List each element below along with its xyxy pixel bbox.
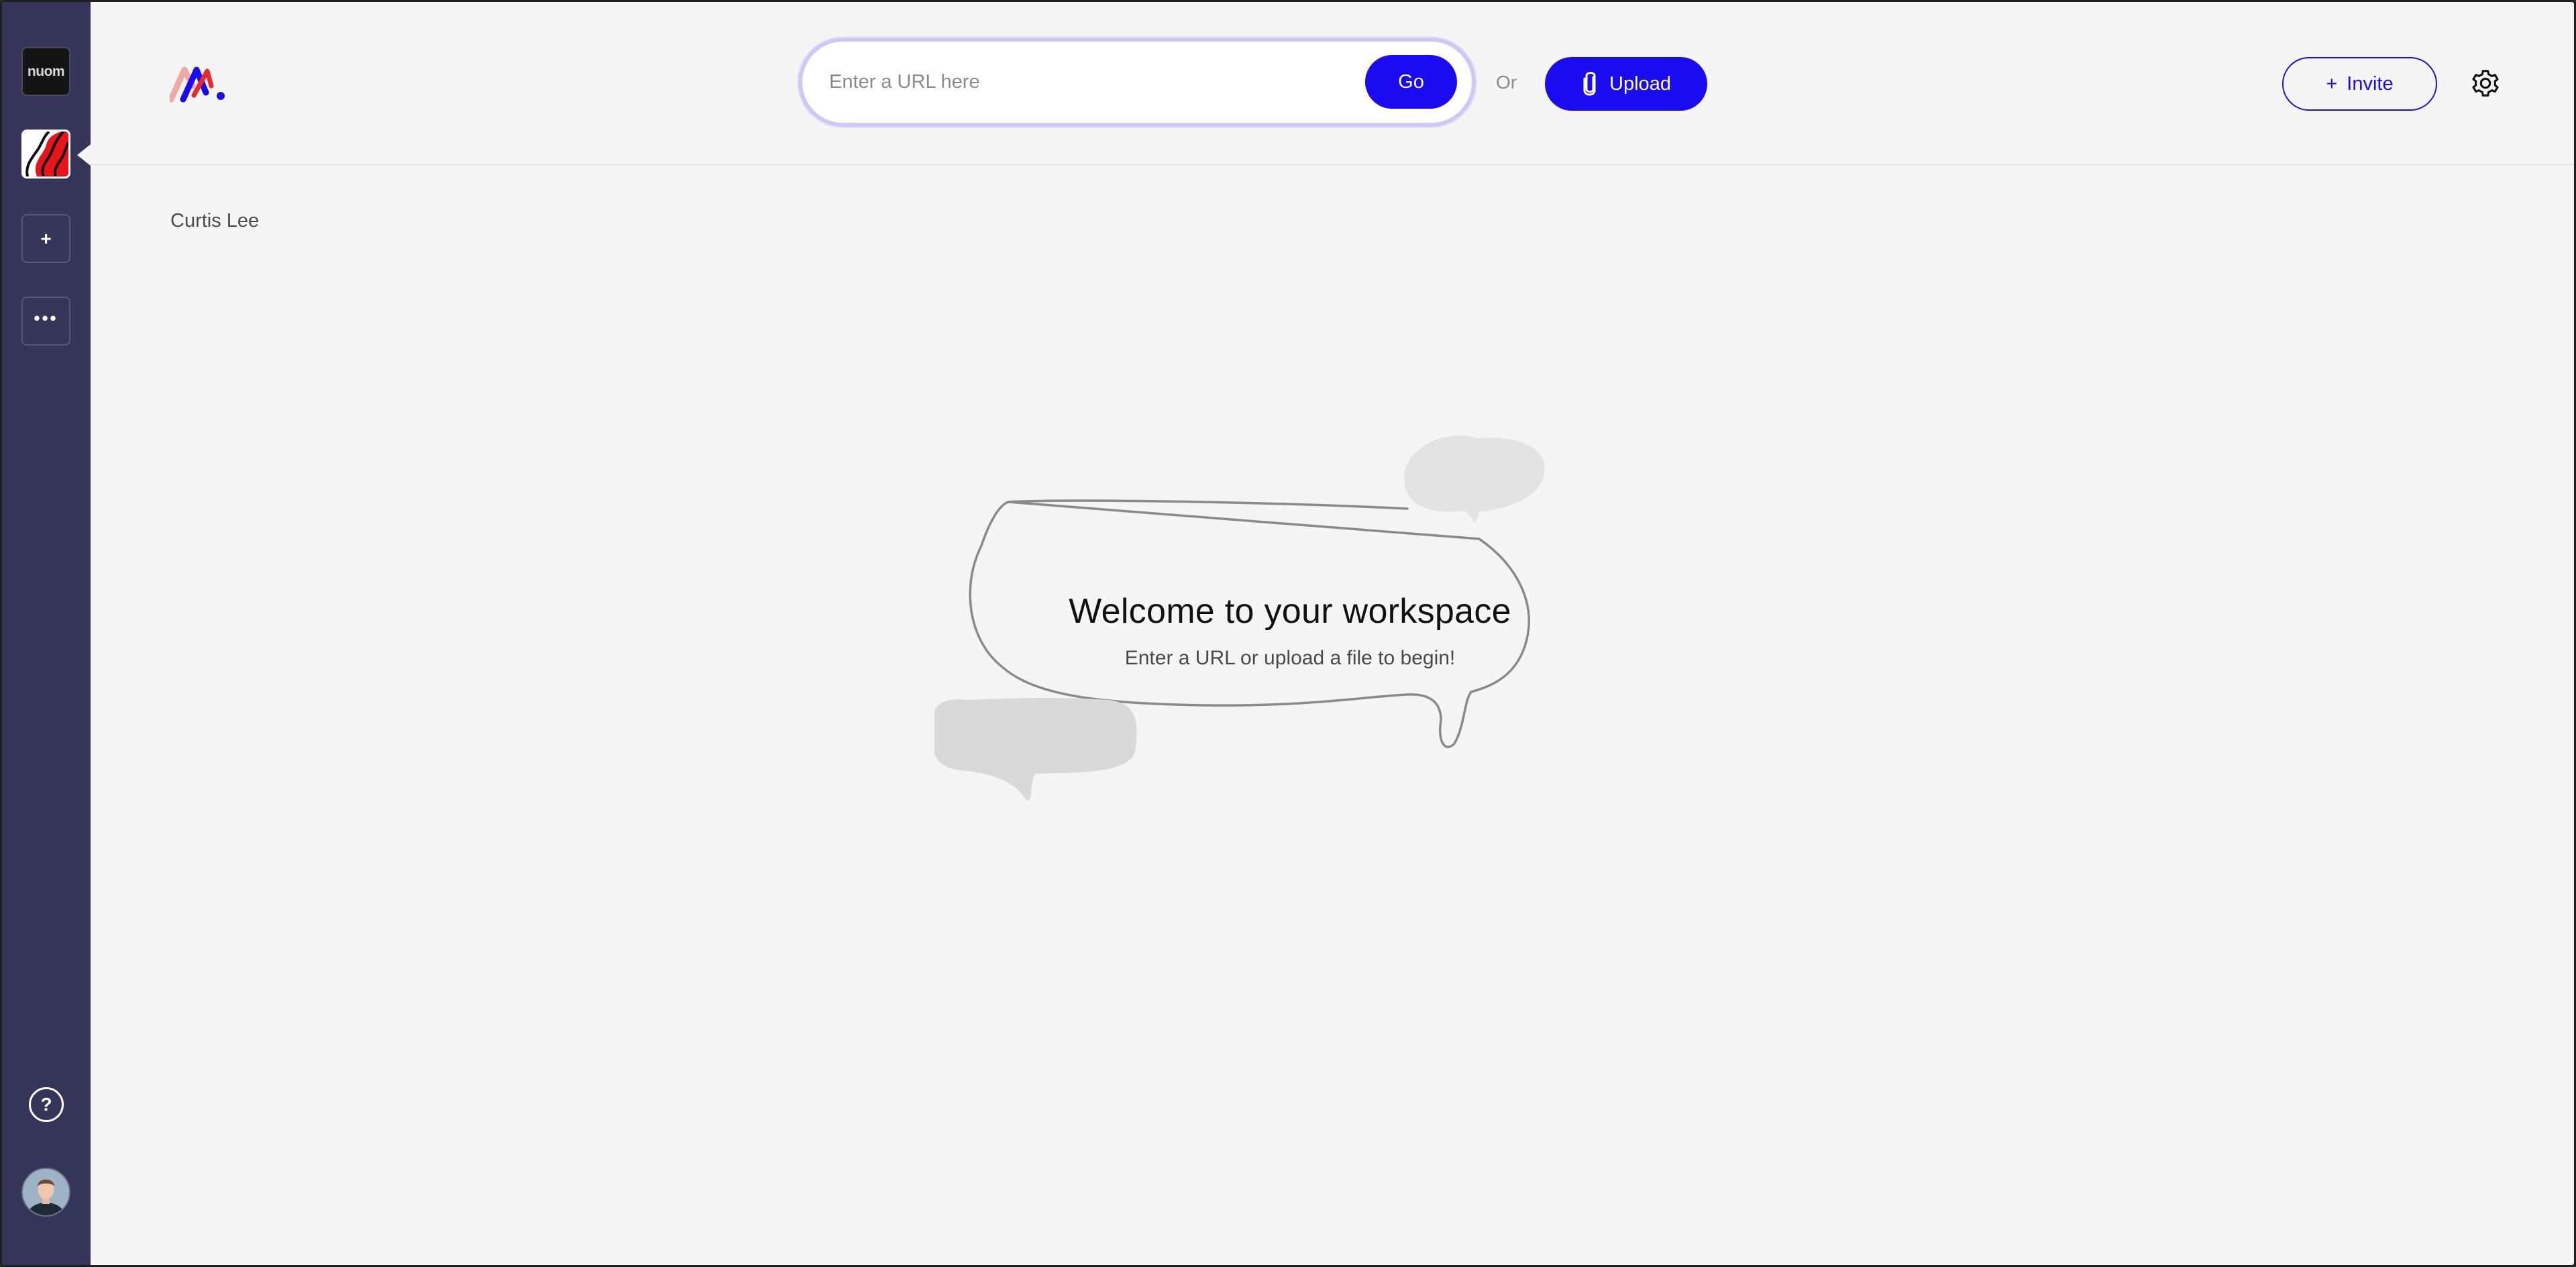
workspace-thumbnail-icon xyxy=(23,132,68,176)
workspace-nuom-label: nuom xyxy=(27,63,65,79)
upload-label: Upload xyxy=(1609,72,1671,95)
active-workspace-pointer xyxy=(77,144,91,166)
welcome-subtitle: Enter a URL or upload a file to begin! xyxy=(1124,647,1456,669)
app-window: nuom + ••• ? Enter a URL here Go Or Uplo… xyxy=(0,0,2576,1267)
workspace-sidebar: nuom + ••• ? xyxy=(2,2,91,1265)
more-workspaces-button[interactable]: ••• xyxy=(21,297,70,346)
workspace-active-button[interactable] xyxy=(21,130,70,179)
welcome-title: Welcome to your workspace xyxy=(1069,592,1511,631)
plus-icon: + xyxy=(40,227,52,249)
go-button[interactable]: Go xyxy=(1365,55,1457,109)
plus-icon: + xyxy=(2326,72,2338,95)
app-logo-icon[interactable] xyxy=(170,66,230,103)
add-workspace-button[interactable]: + xyxy=(21,214,70,263)
paperclip-icon xyxy=(1583,72,1596,96)
more-dots-icon: ••• xyxy=(34,307,58,328)
help-icon: ? xyxy=(40,1094,52,1115)
upload-button[interactable]: Upload xyxy=(1545,57,1707,111)
avatar[interactable] xyxy=(21,1168,70,1217)
workspace-nuom-button[interactable]: nuom xyxy=(21,47,70,96)
top-header: Go Or Upload + Invite xyxy=(91,2,2574,165)
or-label: Or xyxy=(1496,72,1517,93)
url-input[interactable] xyxy=(829,62,1339,102)
help-button[interactable]: ? xyxy=(29,1087,64,1122)
gear-icon[interactable] xyxy=(2470,68,2501,99)
invite-button[interactable]: + Invite xyxy=(2282,57,2437,111)
user-name-label: Curtis Lee xyxy=(170,210,260,232)
url-input-container: Go xyxy=(798,38,1476,127)
invite-label: Invite xyxy=(2347,72,2394,95)
user-avatar-image xyxy=(23,1169,69,1215)
